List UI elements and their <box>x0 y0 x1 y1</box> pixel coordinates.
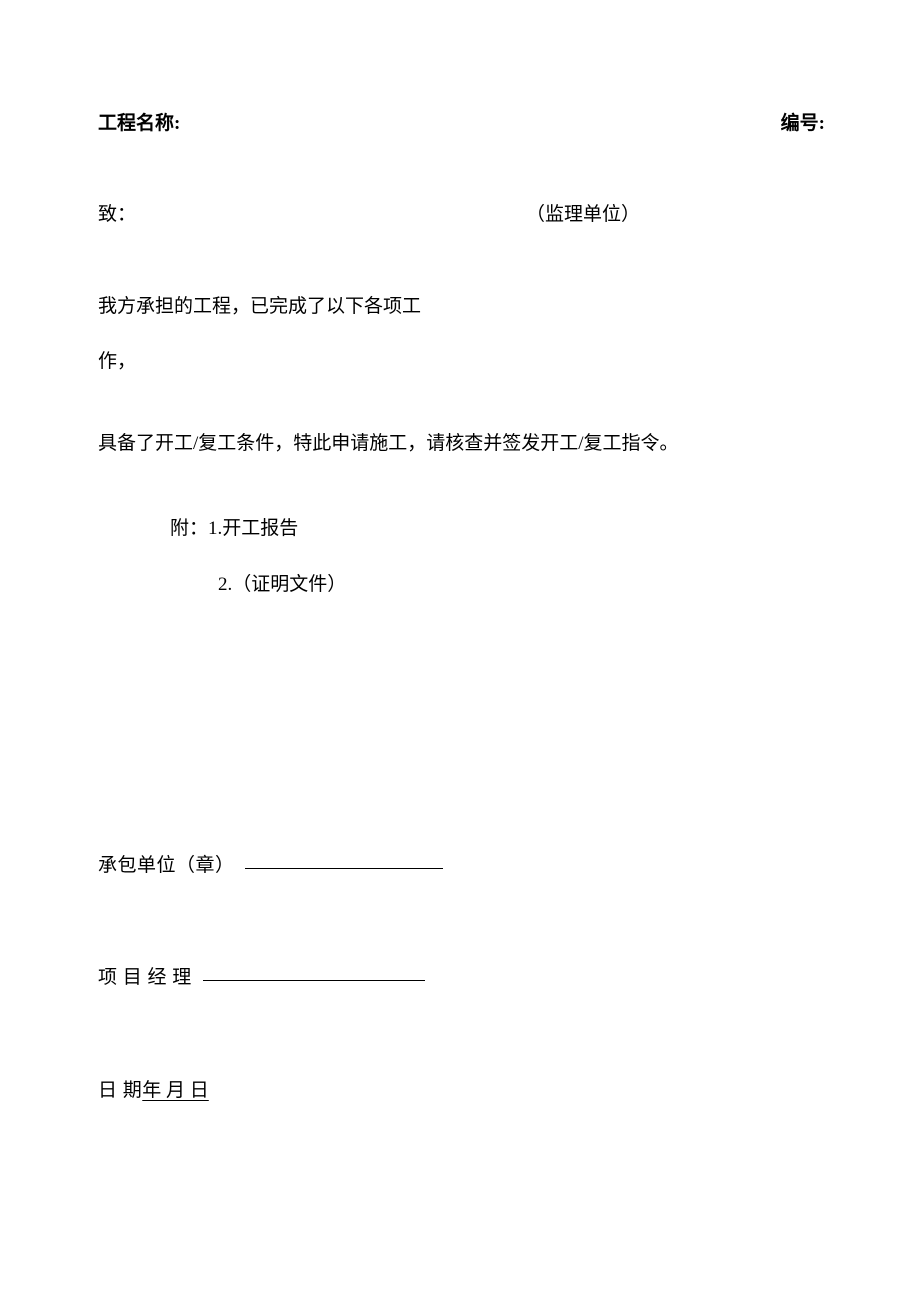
contractor-signature-underline <box>245 868 443 869</box>
body-paragraph-3: 具备了开工/复工条件，特此申请施工，请核查并签发开工/复工指令。 <box>98 430 825 459</box>
recipient-value: （监理单位） <box>526 201 640 230</box>
attachment-item-2: 2.（证明文件） <box>170 571 825 600</box>
attachment-item-1: 附：1.开工报告 <box>170 515 825 544</box>
body-paragraph-2: 作， <box>98 348 825 377</box>
header-row: 工程名称: 编号: <box>98 110 825 139</box>
recipient-row: 致： （监理单位） <box>98 201 825 230</box>
date-line: 日 期年 月 日 <box>98 1077 825 1106</box>
body-paragraph-1: 我方承担的工程，已完成了以下各项工 <box>98 293 825 322</box>
to-label: 致： <box>98 201 526 230</box>
project-name-label: 工程名称: <box>98 110 180 139</box>
attachments-block: 附：1.开工报告 2.（证明文件） <box>98 515 825 600</box>
project-manager-signature-underline <box>203 980 425 981</box>
contractor-signature-line: 承包单位（章） <box>98 852 825 881</box>
project-manager-label: 项 目 经 理 <box>98 967 192 988</box>
serial-number-label: 编号: <box>781 110 825 139</box>
contractor-label: 承包单位（章） <box>98 855 235 876</box>
project-manager-signature-line: 项 目 经 理 <box>98 964 825 993</box>
date-label: 日 期 <box>98 1080 142 1101</box>
date-value: 年 月 日 <box>142 1080 209 1101</box>
